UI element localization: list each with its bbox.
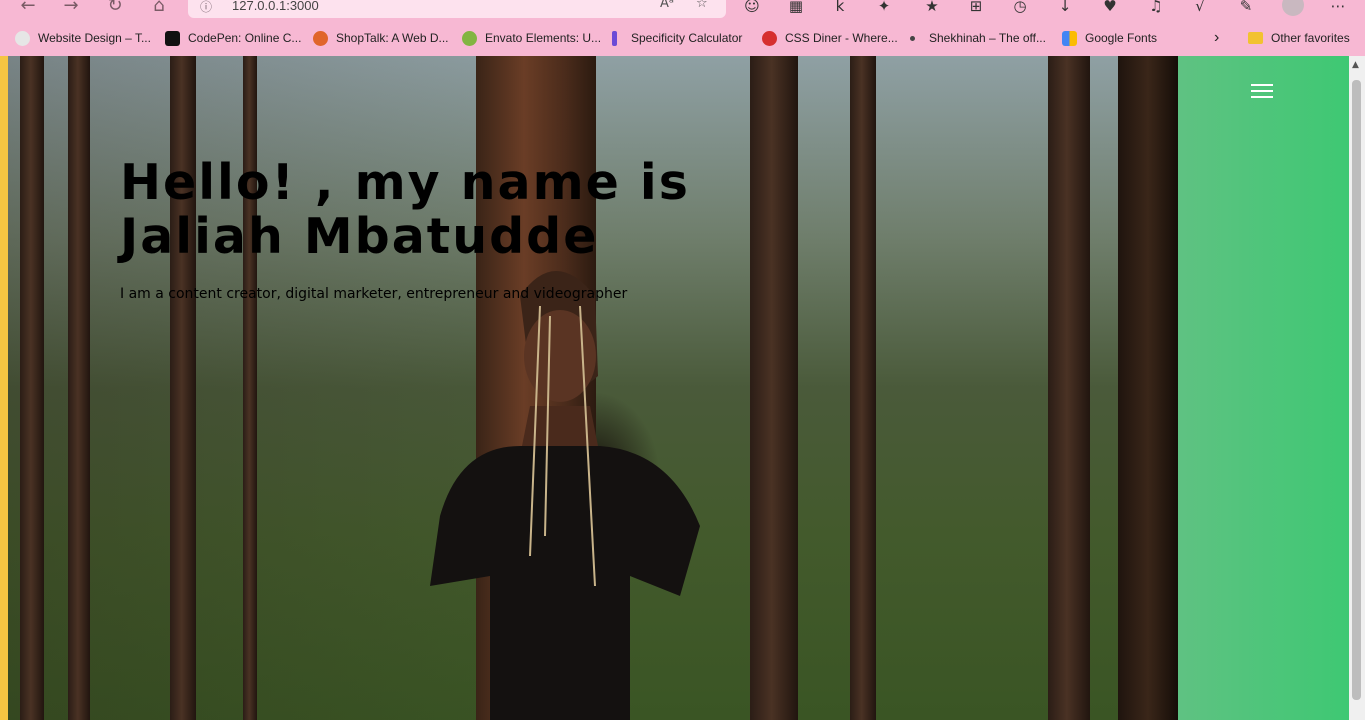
extension-icon[interactable]: ▦ [786, 0, 806, 16]
read-aloud-icon[interactable]: Aᵃ [660, 0, 674, 11]
hamburger-menu-icon[interactable] [1251, 83, 1273, 99]
page-scrollbar[interactable]: ▲ [1349, 56, 1365, 720]
url-text[interactable]: 127.0.0.1:3000 [232, 0, 319, 13]
scrollbar-thumb[interactable] [1352, 80, 1361, 700]
scroll-up-icon[interactable]: ▲ [1352, 60, 1359, 70]
extension-k-icon[interactable]: k [830, 0, 850, 16]
browser-toolbar: ← → ↻ ⌂ ⓘ 127.0.0.1:3000 Aᵃ ☆ ☺ ▦ k ✦ ★ … [0, 0, 1365, 20]
bookmark-label: CSS Diner - Where... [785, 31, 898, 45]
hero-title: Hello! , my name is Jaliah Mbatudde [120, 154, 690, 265]
website-design-icon [15, 30, 30, 46]
extensions-icon[interactable]: ✦ [874, 0, 894, 16]
math-solver-icon[interactable]: √ [1190, 0, 1210, 16]
profile-avatar[interactable] [1282, 0, 1304, 16]
codepen-icon [165, 30, 180, 46]
bookmark-label: Specificity Calculator [631, 31, 743, 45]
add-favorite-icon[interactable]: ☆ [696, 0, 708, 11]
bookmark-codepen[interactable]: CodePen: Online C... [165, 29, 301, 47]
notifications-icon[interactable]: ♫ [1146, 0, 1166, 16]
bookmark-label: Envato Elements: U... [485, 31, 602, 45]
bookmark-label: Shekhinah – The off... [929, 31, 1046, 45]
bookmark-other-favorites[interactable]: Other favorites [1248, 29, 1350, 47]
google-fonts-icon [1062, 30, 1077, 46]
chevron-right-icon[interactable]: › [1214, 29, 1219, 47]
shoptalk-icon [313, 30, 328, 46]
refresh-icon[interactable]: ↻ [104, 0, 126, 17]
hero-subtitle: I am a content creator, digital marketer… [120, 286, 628, 302]
back-icon[interactable]: ← [17, 0, 39, 17]
history-icon[interactable]: ◷ [1010, 0, 1030, 16]
bookmark-website-design[interactable]: Website Design – T... [15, 29, 151, 47]
bookmark-label: Website Design – T... [38, 31, 151, 45]
forward-icon[interactable]: → [60, 0, 82, 17]
site-info-icon[interactable]: ⓘ [200, 0, 212, 15]
bookmark-shekhinah[interactable]: Shekhinah – The off... [910, 29, 1046, 47]
edit-icon[interactable]: ✎ [1236, 0, 1256, 16]
bookmark-label: Google Fonts [1085, 31, 1158, 45]
specificity-icon [612, 30, 617, 46]
more-options-icon[interactable]: ⋯ [1328, 0, 1348, 16]
downloads-icon[interactable]: ↓ [1055, 0, 1075, 16]
bookmark-shoptalk[interactable]: ShopTalk: A Web D... [313, 29, 449, 47]
performance-icon[interactable]: ♥ [1100, 0, 1120, 16]
bookmark-envato[interactable]: Envato Elements: U... [462, 29, 601, 47]
home-icon[interactable]: ⌂ [148, 0, 170, 17]
bookmarks-bar: Website Design – T... CodePen: Online C.… [0, 20, 1365, 56]
css-diner-icon [762, 30, 777, 46]
shekhinah-icon [910, 35, 915, 41]
favorites-icon[interactable]: ★ [922, 0, 942, 16]
bookmark-label: Other favorites [1271, 31, 1350, 45]
bookmark-google-fonts[interactable]: Google Fonts [1062, 29, 1157, 47]
envato-icon [462, 30, 477, 46]
bookmark-css-diner[interactable]: CSS Diner - Where... [762, 29, 898, 47]
page-viewport: Hello! , my name is Jaliah Mbatudde I am… [0, 56, 1349, 720]
portrait-figure [430, 271, 700, 720]
side-nav-panel [1178, 56, 1349, 720]
emoji-extension-icon[interactable]: ☺ [742, 0, 762, 16]
folder-icon [1248, 32, 1263, 44]
address-bar[interactable]: ⓘ 127.0.0.1:3000 Aᵃ ☆ [188, 0, 726, 18]
bookmark-specificity-calculator[interactable]: Specificity Calculator [612, 29, 742, 47]
bookmark-label: ShopTalk: A Web D... [336, 31, 449, 45]
bookmark-label: CodePen: Online C... [188, 31, 302, 45]
left-accent-strip [0, 56, 8, 720]
collections-icon[interactable]: ⊞ [966, 0, 986, 16]
